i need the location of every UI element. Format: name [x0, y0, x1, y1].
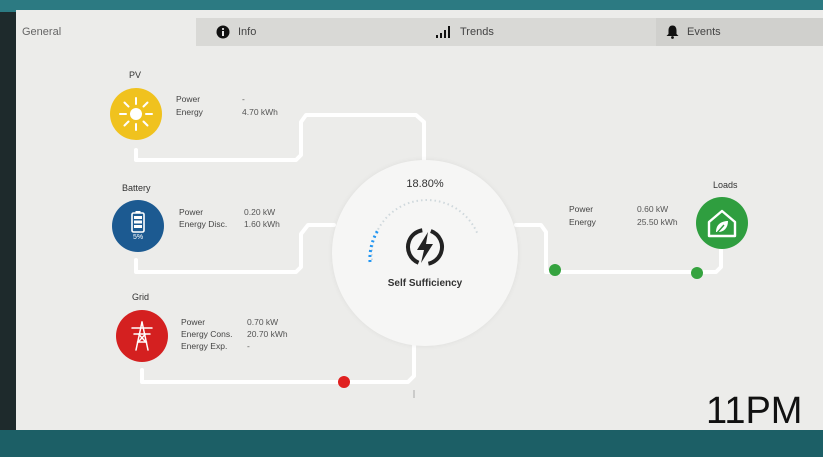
pv-energy-value: 4.70 kWh [242, 107, 278, 117]
battery-energy-label: Energy Disc. [179, 219, 228, 229]
sun-icon [119, 97, 153, 131]
time-stamp-overlay: 11PM [706, 390, 803, 432]
loads-energy-value: 25.50 kWh [637, 217, 678, 227]
pv-power-value: - [242, 94, 245, 104]
self-sufficiency-hub[interactable]: 18.80% Self Sufficiency [332, 160, 518, 346]
grid-node[interactable] [116, 310, 168, 362]
loads-flow-dot-right [691, 267, 703, 279]
grid-title: Grid [132, 292, 150, 302]
lightning-bolt-icon [406, 228, 444, 266]
battery-energy-value: 1.60 kWh [244, 219, 280, 229]
eco-house-icon [707, 209, 737, 238]
grid-exp-label: Energy Exp. [181, 341, 228, 351]
loads-power-value: 0.60 kW [637, 204, 669, 214]
battery-title: Battery [122, 183, 151, 193]
grid-cons-value: 20.70 kWh [247, 329, 288, 339]
pv-node[interactable] [110, 88, 162, 140]
battery-level: 5% [132, 234, 144, 241]
power-tower-icon [131, 321, 153, 351]
pv-title: PV [129, 70, 142, 80]
pv-power-label: Power [176, 94, 201, 104]
battery-node[interactable]: 5% [112, 200, 164, 252]
self-sufficiency-label: Self Sufficiency [387, 278, 463, 289]
grid-exp-value: - [247, 341, 250, 351]
loads-energy-label: Energy [569, 217, 596, 227]
loads-title: Loads [713, 180, 738, 190]
loads-node[interactable] [696, 197, 748, 249]
window-bottom-bar [0, 430, 823, 457]
pv-energy-label: Energy [176, 107, 203, 117]
energy-dashboard: General Info Trends Events PV Power - En… [16, 10, 823, 432]
grid-flow-dot [338, 376, 350, 388]
loads-power-label: Power [569, 204, 594, 214]
battery-icon [131, 211, 145, 233]
loads-flow-dot-left [549, 264, 561, 276]
